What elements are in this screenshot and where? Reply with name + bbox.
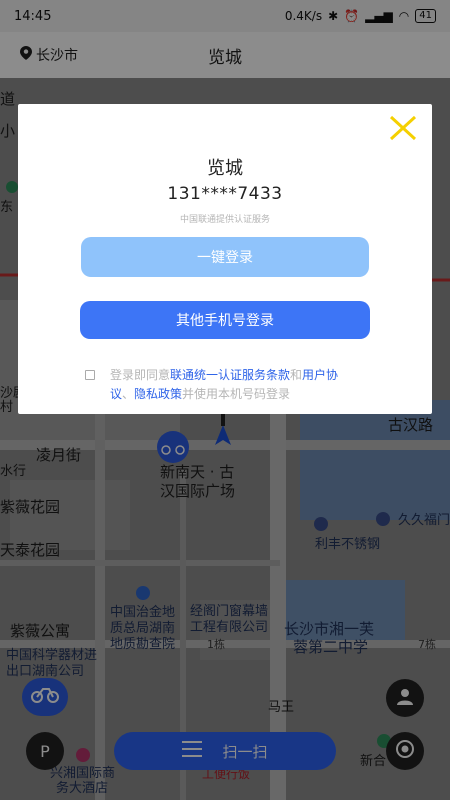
agree-checkbox[interactable] <box>85 370 95 380</box>
close-button[interactable] <box>388 114 418 144</box>
service-terms-link[interactable]: 联通统一认证服务条款 <box>170 368 290 382</box>
masked-phone-number: 131****7433 <box>167 184 283 204</box>
privacy-policy-link[interactable]: 隐私政策 <box>134 387 182 401</box>
agreement-text: 登录即同意联通统一认证服务条款和用户协议、隐私政策并使用本机号码登录 <box>86 366 356 404</box>
login-dialog: 览城 131****7433 中国联通提供认证服务 一键登录 其他手机号登录 登… <box>18 104 432 414</box>
one-click-login-button[interactable]: 一键登录 <box>81 237 369 277</box>
agree-sep: 、 <box>122 387 135 401</box>
provider-note: 中国联通提供认证服务 <box>179 215 270 225</box>
agreement: 登录即同意联通统一认证服务条款和用户协议、隐私政策并使用本机号码登录 <box>85 366 356 404</box>
agree-and: 和 <box>290 368 303 382</box>
other-phone-login-button[interactable]: 其他手机号登录 <box>80 301 370 339</box>
agree-prefix: 登录即同意 <box>110 368 171 382</box>
agree-suffix: 并使用本机号码登录 <box>182 387 291 401</box>
close-icon <box>388 115 418 148</box>
dialog-title: 览城 <box>207 158 243 179</box>
